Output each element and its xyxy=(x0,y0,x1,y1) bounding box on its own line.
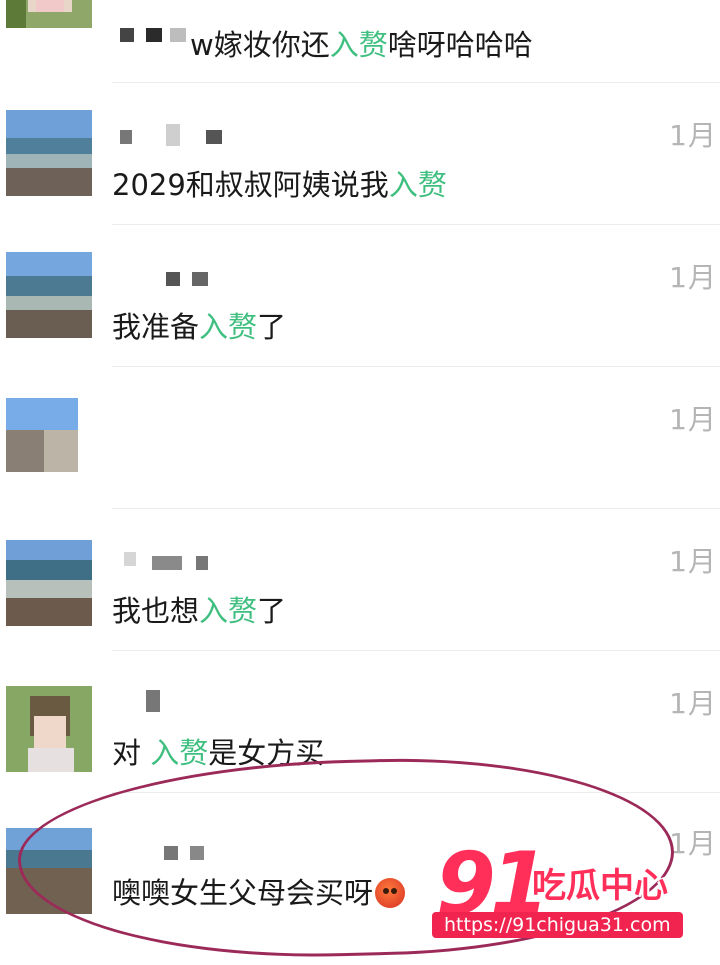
comment-text: 对 入赘是女方买 xyxy=(112,736,325,770)
comment-list: w嫁妆你还入赘啥呀哈哈哈 1月 2029和叔叔阿姨说我入赘 1月 我准备入赘了 … xyxy=(0,0,720,960)
comment-text: 噢噢女生父母会买呀 xyxy=(112,870,406,912)
comment-text: w嫁妆你还入赘啥呀哈哈哈 xyxy=(190,28,533,62)
comment-time: 1月 xyxy=(669,687,717,720)
user-avatar[interactable] xyxy=(6,398,78,472)
angry-face-icon xyxy=(375,878,406,908)
comment-row[interactable]: 1月 我也想入赘了 xyxy=(0,526,720,668)
user-avatar[interactable] xyxy=(6,686,92,772)
divider xyxy=(112,792,720,793)
comment-row[interactable]: w嫁妆你还入赘啥呀哈哈哈 xyxy=(0,0,720,84)
user-avatar[interactable] xyxy=(6,828,92,914)
user-avatar[interactable] xyxy=(6,540,92,626)
watermark-url: https://91chigua31.com xyxy=(432,912,683,938)
user-avatar[interactable] xyxy=(6,252,92,338)
comment-time: 1月 xyxy=(669,261,717,294)
divider xyxy=(112,224,720,225)
comment-text: 我准备入赘了 xyxy=(112,310,287,344)
divider xyxy=(112,508,720,509)
comment-time: 1月 xyxy=(669,403,717,436)
user-avatar[interactable] xyxy=(6,110,92,196)
comment-time: 1月 xyxy=(669,545,717,578)
comment-time: 1月 xyxy=(669,119,717,152)
comment-text: 我也想入赘了 xyxy=(112,594,287,628)
divider xyxy=(112,366,720,367)
comment-text: 2029和叔叔阿姨说我入赘 xyxy=(112,168,447,202)
comment-row[interactable]: 1月 xyxy=(0,384,720,526)
user-avatar[interactable] xyxy=(6,0,92,28)
comment-row[interactable]: 1月 2029和叔叔阿姨说我入赘 xyxy=(0,100,720,242)
site-watermark: 91 吃瓜中心 https://91chigua31.com xyxy=(414,834,714,946)
comment-row[interactable]: 1月 对 入赘是女方买 xyxy=(0,668,720,810)
divider xyxy=(112,82,720,83)
divider xyxy=(112,650,720,651)
watermark-logo-text: 吃瓜中心 xyxy=(532,866,668,906)
comment-row[interactable]: 1月 我准备入赘了 xyxy=(0,242,720,384)
